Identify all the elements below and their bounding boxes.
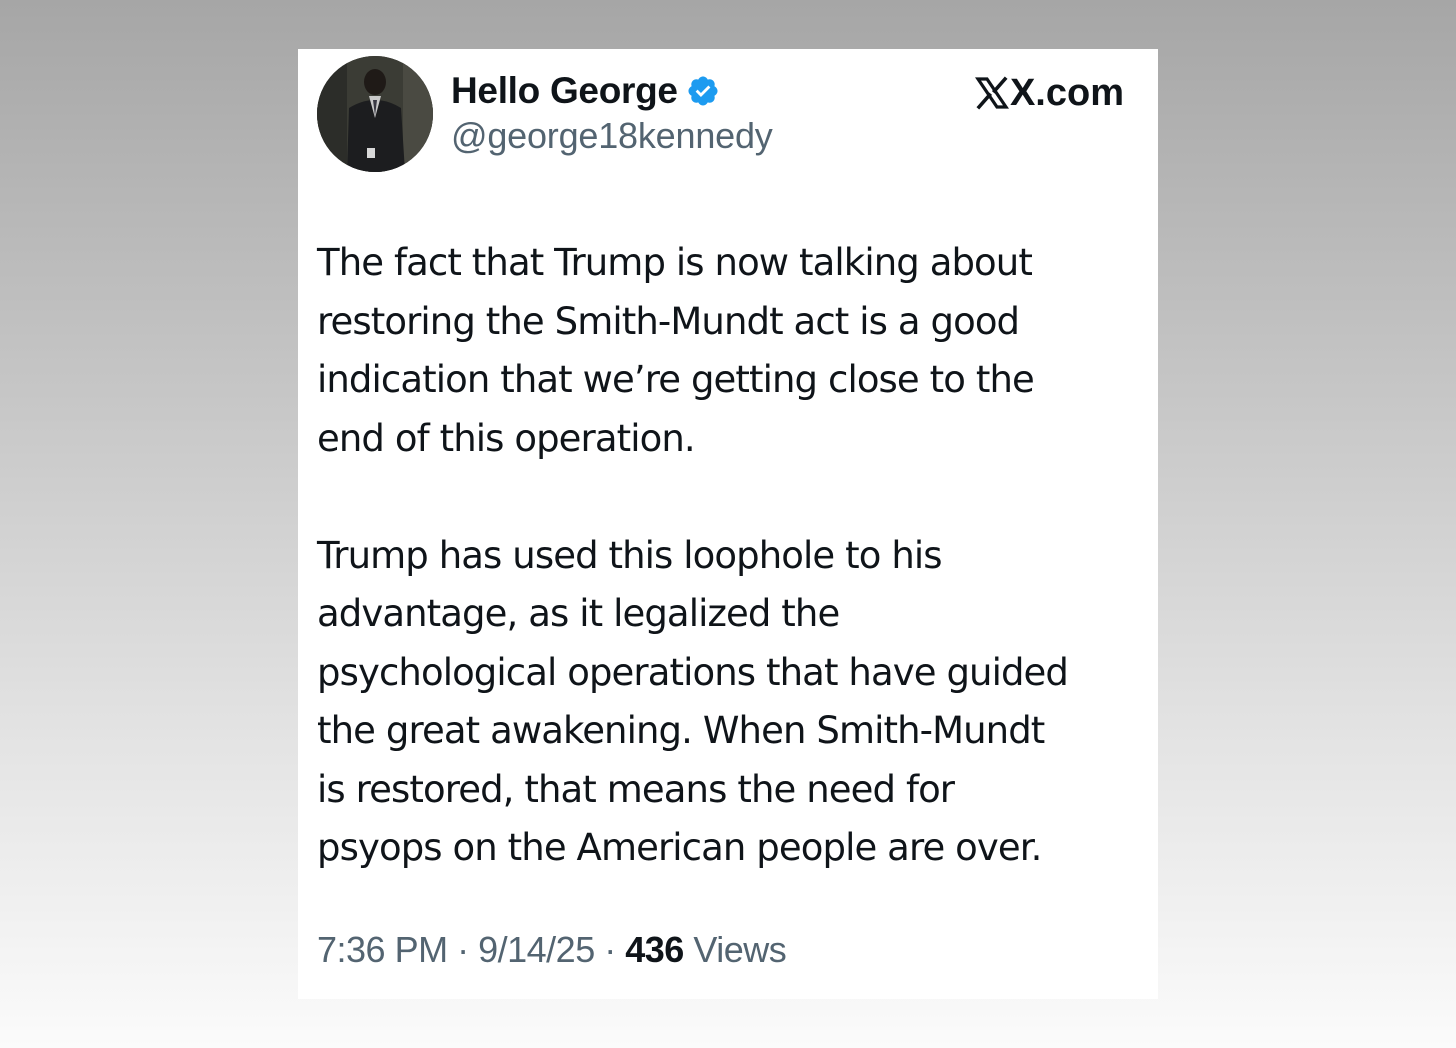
tweet-line: indication that we’re getting close to t…: [317, 358, 1035, 401]
tweet-line: psychological operations that have guide…: [317, 650, 1069, 694]
tweet-text: The fact that Trump is now talking about…: [317, 234, 1147, 878]
tweet-line: end of this operation.: [317, 416, 696, 460]
avatar[interactable]: [317, 56, 433, 172]
tweet-line: advantage, as it legalized the: [317, 592, 840, 635]
meta-separator: ·: [457, 929, 469, 970]
tweet-paragraph: Trump has used this loophole to his adva…: [317, 527, 1147, 878]
tweet-line: the great awakening. When Smith-Mundt: [317, 709, 1045, 752]
author-name-row[interactable]: Hello George: [451, 67, 720, 115]
meta-separator: ·: [604, 929, 616, 970]
verified-badge-icon: [686, 74, 720, 108]
author-handle[interactable]: @george18kennedy: [451, 115, 773, 157]
tweet-date[interactable]: 9/14/25: [478, 929, 595, 970]
tweet-line: The fact that Trump is now talking about: [317, 241, 1033, 284]
brand-text: X.com: [1009, 71, 1124, 114]
brand-label: X.com: [974, 69, 1124, 117]
tweet-line: is restored, that means the need for: [317, 767, 955, 811]
author-display-name[interactable]: Hello George: [451, 70, 678, 112]
tweet-line: restoring the Smith-Mundt act is a good: [317, 299, 1020, 343]
tweet-time[interactable]: 7:36 PM: [317, 929, 448, 970]
tweet-card: Hello George @george18kennedy X.com The …: [298, 49, 1158, 999]
views-count[interactable]: 436: [625, 929, 684, 970]
tweet-line: Trump has used this loophole to his: [317, 533, 943, 577]
views-label[interactable]: Views: [693, 929, 786, 970]
x-logo-icon: [974, 76, 1009, 110]
profile-photo-icon: [317, 56, 433, 172]
tweet-paragraph: The fact that Trump is now talking about…: [317, 234, 1147, 468]
tweet-meta: 7:36 PM · 9/14/25 · 436 Views: [317, 929, 787, 971]
tweet-line: psyops on the American people are over.: [317, 826, 1042, 869]
